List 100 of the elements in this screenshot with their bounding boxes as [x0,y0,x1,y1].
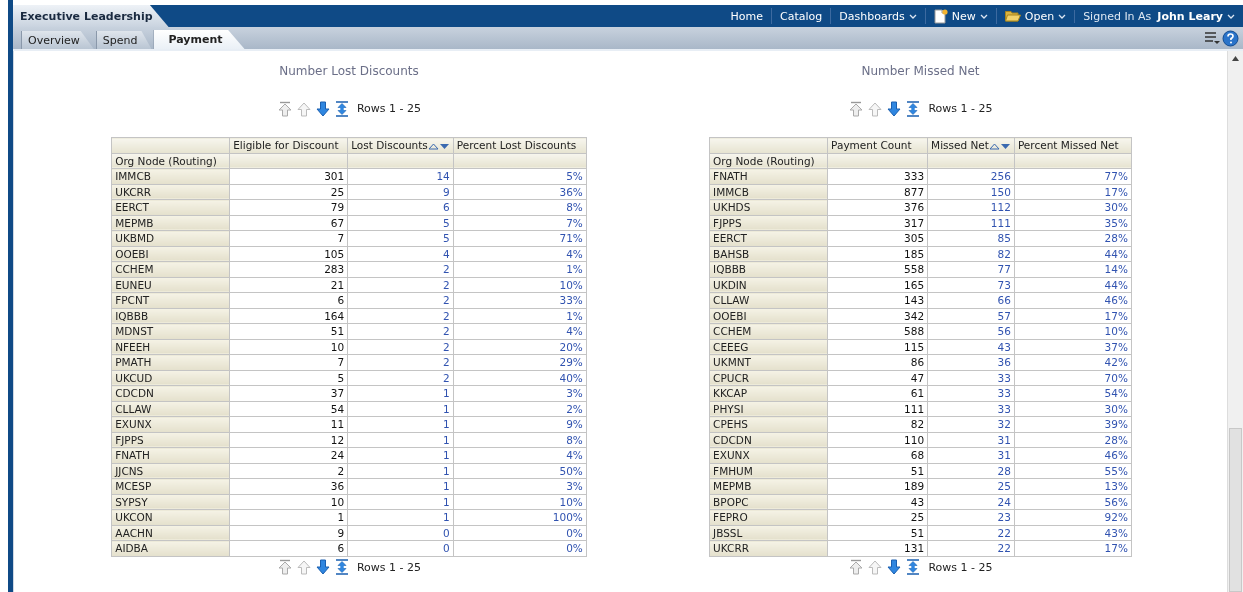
link-cell[interactable]: 0 [347,525,454,541]
link-cell[interactable]: 14 [347,168,454,184]
link-cell[interactable]: 23 [927,509,1015,525]
link-cell[interactable]: 10% [1014,323,1132,339]
link-cell[interactable]: 10% [453,494,587,510]
tab[interactable]: Overview [21,31,94,49]
link-cell[interactable]: 2 [347,261,454,277]
first-page-icon[interactable] [848,559,865,575]
link-cell[interactable]: 7% [453,215,587,231]
column-header[interactable]: Missed Net [927,137,1015,153]
link-cell[interactable]: 92% [1014,509,1132,525]
link-cell[interactable]: 2 [347,292,454,308]
nav-menu[interactable]: Dashboards [830,8,925,24]
link-cell[interactable]: 150 [927,184,1015,200]
link-cell[interactable]: 8% [453,432,587,448]
link-cell[interactable]: 9% [453,416,587,432]
help-icon[interactable] [1222,29,1239,47]
link-cell[interactable]: 5 [347,215,454,231]
link-cell[interactable]: 10% [453,277,587,293]
link-cell[interactable]: 77% [1014,168,1132,184]
column-header[interactable]: Eligible for Discount [229,137,348,153]
link-cell[interactable]: 82 [927,246,1015,262]
column-header[interactable]: Percent Missed Net [1014,137,1132,153]
link-cell[interactable]: 1% [453,261,587,277]
link-cell[interactable]: 30% [1014,401,1132,417]
link-cell[interactable]: 57 [927,308,1015,324]
link-cell[interactable]: 55% [1014,463,1132,479]
link-cell[interactable]: 22 [927,525,1015,541]
link-cell[interactable]: 2 [347,323,454,339]
link-cell[interactable]: 56 [927,323,1015,339]
link-cell[interactable]: 28% [1014,230,1132,246]
link-cell[interactable]: 1 [347,416,454,432]
link-cell[interactable]: 29% [453,354,587,370]
next-page-icon[interactable] [886,100,903,117]
link-cell[interactable]: 46% [1014,292,1132,308]
link-cell[interactable]: 0% [453,525,587,541]
link-cell[interactable]: 42% [1014,354,1132,370]
link-cell[interactable]: 1 [347,509,454,525]
nav-menu[interactable]: Open [995,8,1075,24]
link-cell[interactable]: 2 [347,370,454,386]
link-cell[interactable]: 0 [347,540,454,556]
link-cell[interactable]: 1 [347,478,454,494]
link-cell[interactable]: 8% [453,199,587,215]
link-cell[interactable]: 17% [1014,540,1132,556]
link-cell[interactable]: 4 [347,246,454,262]
app-title[interactable]: Executive Leadership [13,5,169,27]
link-cell[interactable]: 56% [1014,494,1132,510]
sort-icon[interactable] [988,142,1011,150]
link-cell[interactable]: 71% [453,230,587,246]
sort-icon[interactable] [427,142,450,150]
link-cell[interactable]: 1 [347,385,454,401]
link-cell[interactable]: 111 [927,215,1015,231]
link-cell[interactable]: 66 [927,292,1015,308]
link-cell[interactable]: 44% [1014,246,1132,262]
link-cell[interactable]: 17% [1014,184,1132,200]
link-cell[interactable]: 37% [1014,339,1132,355]
link-cell[interactable]: 2% [453,401,587,417]
link-cell[interactable]: 33 [927,385,1015,401]
link-cell[interactable]: 2 [347,339,454,355]
link-cell[interactable]: 4% [453,447,587,463]
nav-menu[interactable]: New [924,8,996,24]
link-cell[interactable]: 31 [927,447,1015,463]
link-cell[interactable]: 3% [453,478,587,494]
link-cell[interactable]: 22 [927,540,1015,556]
link-cell[interactable]: 3% [453,385,587,401]
all-rows-icon[interactable] [905,559,922,575]
link-cell[interactable]: 28 [927,463,1015,479]
first-page-icon[interactable] [276,559,293,575]
link-cell[interactable]: 6 [347,199,454,215]
link-cell[interactable]: 36% [453,184,587,200]
link-cell[interactable]: 30% [1014,199,1132,215]
link-cell[interactable]: 25 [927,478,1015,494]
link-cell[interactable]: 50% [453,463,587,479]
link-cell[interactable]: 1 [347,494,454,510]
list-options-icon[interactable] [1204,31,1220,45]
next-page-icon[interactable] [314,100,331,117]
link-cell[interactable]: 14% [1014,261,1132,277]
all-rows-icon[interactable] [905,100,922,117]
link-cell[interactable]: 33% [453,292,587,308]
next-page-icon[interactable] [886,559,903,575]
link-cell[interactable]: 1 [347,463,454,479]
link-cell[interactable]: 85 [927,230,1015,246]
link-cell[interactable]: 112 [927,199,1015,215]
link-cell[interactable]: 35% [1014,215,1132,231]
link-cell[interactable]: 13% [1014,478,1132,494]
link-cell[interactable]: 1 [347,432,454,448]
link-cell[interactable]: 4% [453,246,587,262]
link-cell[interactable]: 43 [927,339,1015,355]
link-cell[interactable]: 39% [1014,416,1132,432]
next-page-icon[interactable] [314,559,331,575]
tab[interactable]: Spend [95,31,152,49]
all-rows-icon[interactable] [333,559,350,575]
link-cell[interactable]: 70% [1014,370,1132,386]
scrollbar-thumb[interactable] [1229,428,1242,592]
link-cell[interactable]: 77 [927,261,1015,277]
column-header[interactable]: Payment Count [827,137,928,153]
link-cell[interactable]: 256 [927,168,1015,184]
link-cell[interactable]: 5 [347,230,454,246]
tab[interactable]: Payment [153,30,245,49]
link-cell[interactable]: 2 [347,354,454,370]
